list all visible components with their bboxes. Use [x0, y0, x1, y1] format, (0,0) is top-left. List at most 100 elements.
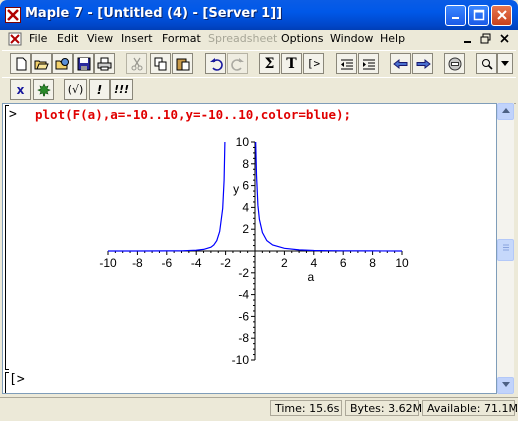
- menu-spreadsheet[interactable]: Spreadsheet: [208, 32, 277, 45]
- indent-button[interactable]: [358, 53, 379, 74]
- minimize-icon: [451, 17, 459, 19]
- copy-icon: [154, 57, 166, 70]
- menu-file[interactable]: File: [29, 32, 47, 45]
- print-icon: [97, 57, 112, 70]
- delayed-evaluation-button[interactable]: (√): [64, 79, 87, 100]
- plot-curve-segment: [108, 141, 226, 252]
- y-tick-label: 4: [242, 200, 249, 214]
- scissors-icon: [131, 57, 142, 70]
- menu-window[interactable]: Window: [330, 32, 373, 45]
- undo-button[interactable]: [205, 53, 226, 74]
- paste-button[interactable]: [172, 53, 193, 74]
- open-url-button[interactable]: [52, 53, 73, 74]
- y-tick-label: 6: [242, 179, 249, 193]
- back-button[interactable]: [390, 53, 411, 74]
- cut-button[interactable]: [126, 53, 147, 74]
- indent-icon: [362, 59, 375, 69]
- menu-options[interactable]: Options: [281, 32, 323, 45]
- chevron-down-icon: [501, 382, 510, 387]
- outdent-button[interactable]: [336, 53, 357, 74]
- open-button[interactable]: [31, 53, 52, 74]
- x-tick-label: 4: [310, 256, 317, 270]
- save-icon: [77, 57, 90, 70]
- stop-button[interactable]: [444, 53, 465, 74]
- maple-app-icon[interactable]: [5, 7, 21, 23]
- doc-minimize-button[interactable]: [461, 33, 475, 45]
- menu-format[interactable]: Format: [162, 32, 201, 45]
- close-icon: [496, 10, 507, 20]
- y-tick-label: -4: [238, 288, 249, 302]
- text-input-button[interactable]: x: [10, 79, 31, 100]
- execute-button[interactable]: !: [89, 79, 110, 100]
- empty-input-prompt[interactable]: [>: [9, 372, 25, 387]
- y-tick-label: 8: [242, 157, 249, 171]
- menu-edit[interactable]: Edit: [57, 32, 78, 45]
- magnifier-icon: [481, 58, 493, 70]
- document-icon[interactable]: [8, 32, 22, 46]
- print-button[interactable]: [94, 53, 115, 74]
- outdent-icon: [340, 59, 353, 69]
- zoom-button[interactable]: [476, 53, 497, 74]
- chevron-down-icon: [501, 60, 509, 66]
- y-tick-label: -2: [238, 266, 249, 280]
- redo-button[interactable]: [227, 53, 248, 74]
- y-axis-label: y: [233, 182, 239, 196]
- new-button[interactable]: [10, 53, 31, 74]
- menu-help[interactable]: Help: [380, 32, 405, 45]
- text-mode-button[interactable]: T: [281, 53, 302, 74]
- stop-icon: [448, 57, 461, 70]
- arrow-right-icon: [416, 58, 431, 69]
- y-tick-label: 10: [236, 135, 250, 149]
- maple-leaf-button[interactable]: [33, 79, 54, 100]
- arrow-left-icon: [392, 58, 407, 69]
- menu-view[interactable]: View: [87, 32, 113, 45]
- x-tick-label: -2: [220, 256, 231, 270]
- grip-icon: [502, 244, 509, 251]
- maple-leaf-icon: [36, 82, 51, 96]
- scroll-down-button[interactable]: [497, 377, 514, 394]
- x-tick-label: 10: [395, 256, 409, 270]
- menu-insert[interactable]: Insert: [121, 32, 153, 45]
- minimize-icon: [464, 41, 471, 43]
- minimize-button[interactable]: [445, 5, 466, 26]
- x-axis-label: a: [308, 270, 315, 284]
- scroll-thumb[interactable]: [497, 239, 514, 261]
- sigma-button[interactable]: Σ: [259, 53, 280, 74]
- open-url-icon: [55, 57, 69, 69]
- execute-all-button[interactable]: !!!: [110, 79, 133, 100]
- maximize-icon: [473, 9, 484, 21]
- new-document-icon: [16, 57, 26, 70]
- redo-icon: [230, 57, 244, 71]
- close-button[interactable]: [491, 5, 512, 26]
- y-tick-label: -8: [238, 331, 249, 345]
- status-time: Time: 15.6s: [270, 400, 342, 416]
- y-tick-label: 2: [242, 222, 249, 236]
- x-tick-label: -6: [161, 256, 172, 270]
- x-tick-label: 6: [340, 256, 347, 270]
- y-tick-label: -10: [232, 353, 250, 367]
- x-tick-label: -8: [132, 256, 143, 270]
- zoom-dropdown[interactable]: [497, 53, 513, 74]
- x-tick-label: 8: [369, 256, 376, 270]
- copy-button[interactable]: [150, 53, 171, 74]
- scroll-up-button[interactable]: [497, 103, 514, 120]
- doc-close-button[interactable]: [498, 33, 512, 45]
- chevron-up-icon: [501, 108, 510, 113]
- maximize-button[interactable]: [468, 5, 489, 26]
- plot-output[interactable]: -10 -8 -6 -4 -2 2 4 6 8 10 -10 -8 -6 -4 -2 2 4 6 8 10 a y: [3, 104, 496, 393]
- forward-button[interactable]: [412, 53, 433, 74]
- worksheet[interactable]: > plot(F(a),a=-10..10,y=-10..10,color=bl…: [2, 103, 497, 394]
- save-button[interactable]: [73, 53, 94, 74]
- maple-input-button[interactable]: [>: [303, 53, 324, 74]
- status-bytes: Bytes: 3.62M: [345, 400, 422, 416]
- doc-restore-button[interactable]: [479, 33, 493, 45]
- restore-icon: [480, 33, 491, 44]
- plot-curve-segment: [255, 141, 403, 252]
- y-tick-label: -6: [238, 309, 249, 323]
- x-tick-label: -10: [99, 256, 117, 270]
- x-tick-label: 2: [281, 256, 288, 270]
- vertical-scrollbar[interactable]: [497, 103, 514, 394]
- close-icon: [500, 34, 509, 43]
- open-folder-icon: [34, 60, 49, 69]
- x-tick-label: -4: [191, 256, 202, 270]
